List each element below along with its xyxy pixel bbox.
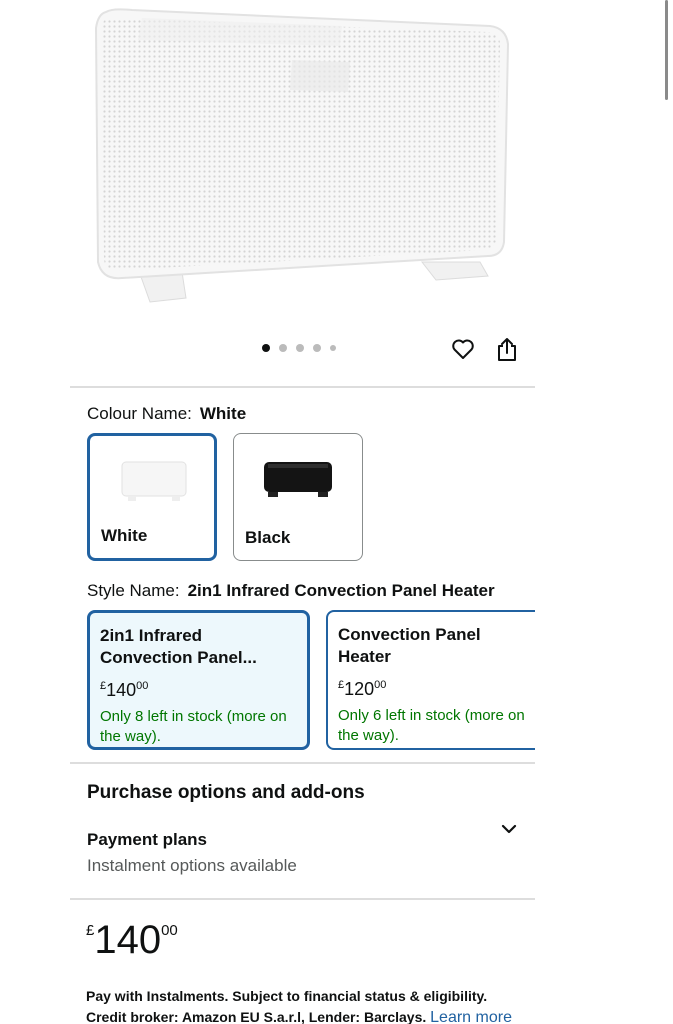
price-whole: 120 [344, 679, 375, 699]
learn-more-link[interactable]: Learn more [430, 1009, 512, 1024]
product-image[interactable] [92, 4, 512, 304]
divider [70, 898, 535, 900]
white-heater-thumbnail [121, 461, 187, 501]
divider [70, 386, 535, 388]
swatch-black[interactable]: Black [233, 433, 363, 561]
share-icon[interactable] [495, 336, 519, 362]
instalments-text: Pay with Instalments. Subject to financi… [86, 988, 488, 1024]
style-name-row: Style Name: 2in1 Infrared Convection Pane… [87, 581, 495, 601]
carousel-dot[interactable] [313, 344, 321, 352]
carousel-dot[interactable] [330, 345, 336, 351]
stock-status: Only 6 left in stock (more on the way). [338, 707, 525, 744]
style-title-line: Convection Panel [338, 625, 481, 644]
price-fraction: 00 [136, 680, 149, 692]
colour-name-row: Colour Name: White [87, 404, 246, 424]
payment-plans-title[interactable]: Payment plans [87, 830, 207, 850]
style-option-title: 2in1 Infrared Convection Panel... [100, 625, 297, 669]
carousel-dot[interactable] [262, 344, 270, 352]
purchase-options-title: Purchase options and add-ons [87, 782, 365, 803]
style-option-infrared[interactable]: 2in1 Infrared Convection Panel... £14000… [87, 610, 310, 750]
instalments-info: Pay with Instalments. Subject to financi… [86, 986, 526, 1024]
main-price: £14000 [86, 916, 178, 964]
carousel-dot[interactable] [296, 344, 304, 352]
currency-symbol: £ [86, 922, 95, 939]
style-option-price: £14000 [100, 675, 297, 701]
price-whole: 140 [94, 918, 162, 962]
carousel-dots[interactable] [262, 344, 336, 352]
swatch-label: Black [245, 528, 291, 547]
style-selected-value: 2in1 Infrared Convection Panel Heater [187, 581, 495, 600]
colour-name-label: Colour Name: [87, 404, 192, 423]
style-title-line: Heater [338, 647, 391, 666]
black-heater-thumbnail [264, 462, 332, 497]
chevron-down-icon[interactable] [500, 820, 518, 838]
style-title-line: 2in1 Infrared [100, 626, 203, 645]
carousel-dot[interactable] [279, 344, 287, 352]
style-option-price: £12000 [338, 674, 535, 700]
price-fraction: 00 [161, 922, 178, 939]
colour-selected-value: White [199, 404, 247, 423]
payment-plans-subtitle: Instalment options available [87, 856, 297, 875]
swatch-label: White [101, 526, 148, 545]
style-option-convection[interactable]: Convection Panel Heater £12000 Only 6 le… [326, 610, 535, 750]
heart-icon[interactable] [451, 337, 475, 361]
style-title-line: Convection Panel... [100, 648, 257, 667]
price-whole: 140 [106, 680, 137, 700]
swatch-white[interactable]: White [87, 433, 217, 561]
style-name-label: Style Name: [87, 581, 180, 600]
stock-status: Only 8 left in stock (more on the way). [100, 708, 287, 745]
divider [70, 762, 535, 764]
scrollbar[interactable] [665, 0, 668, 100]
price-fraction: 00 [374, 679, 387, 691]
style-option-title: Convection Panel Heater [338, 624, 535, 668]
